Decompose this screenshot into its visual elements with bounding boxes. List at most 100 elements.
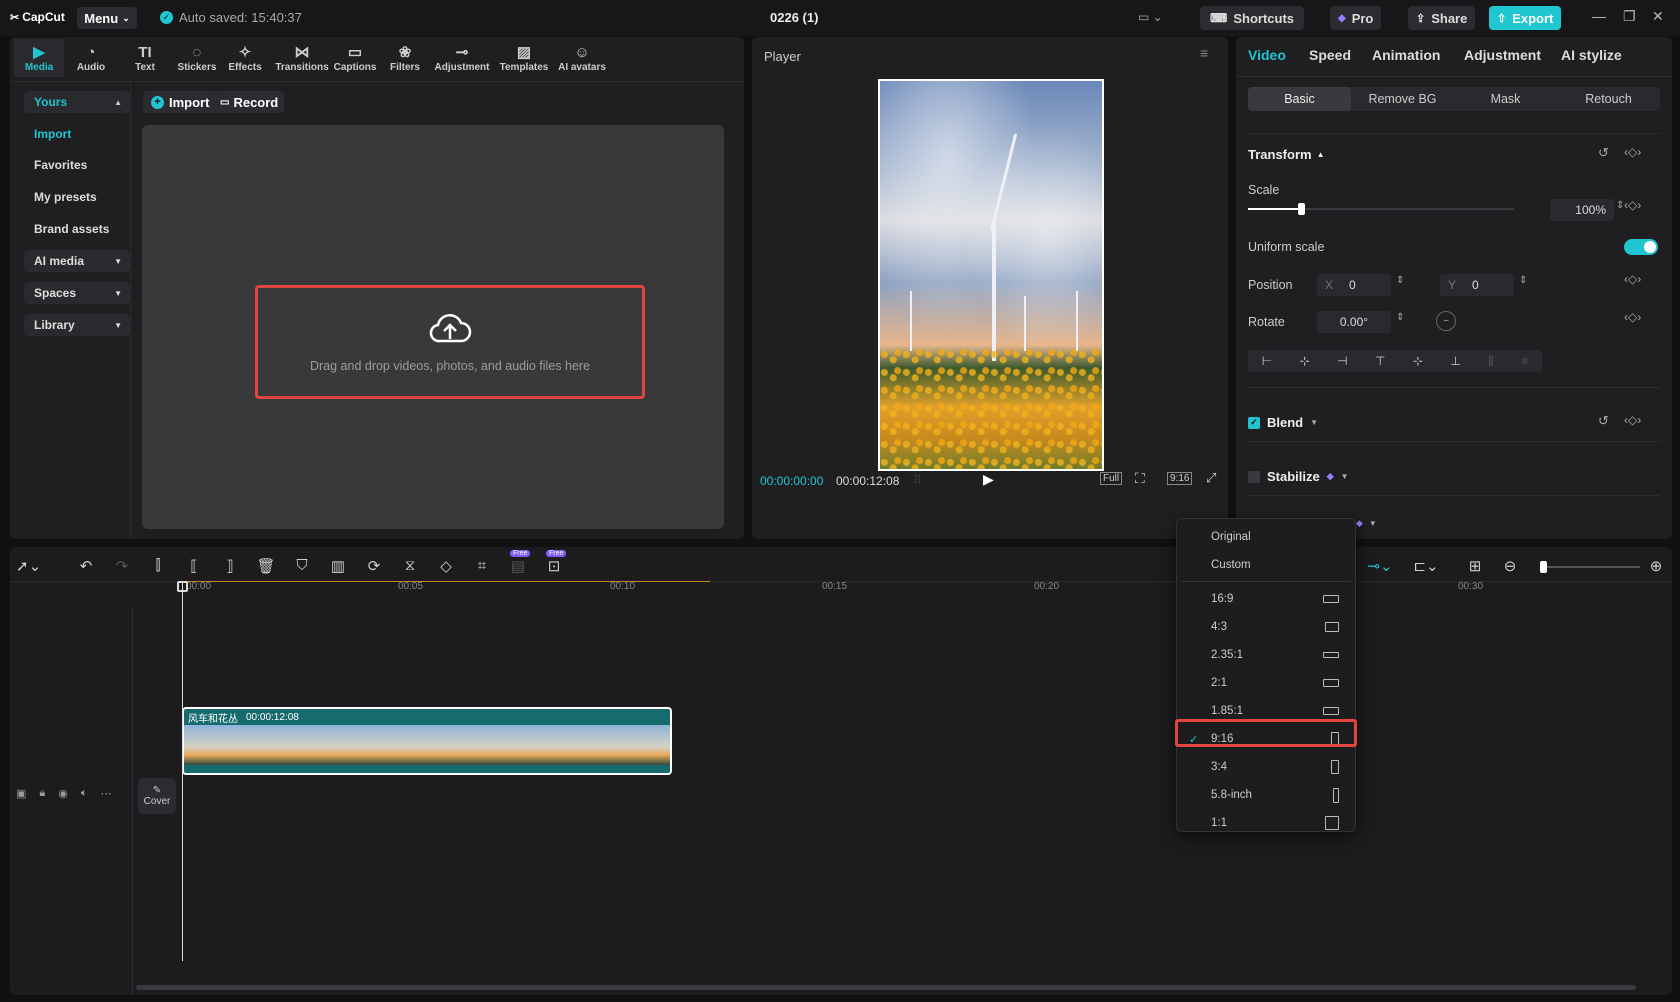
eye-icon[interactable]: ◉ [58, 787, 68, 800]
tab-ai-stylize[interactable]: AI stylize [1561, 47, 1622, 63]
zoom-slider[interactable] [1540, 561, 1640, 573]
tab-media[interactable]: ▶ Media [14, 39, 64, 77]
redo-icon[interactable]: ↷ [112, 557, 132, 575]
ratio-option[interactable]: Original [1177, 523, 1355, 551]
reset-icon[interactable]: ↺ [1598, 145, 1609, 161]
ratio-option[interactable]: 3:4 [1177, 753, 1355, 781]
ratio-option[interactable]: 5.8-inch [1177, 781, 1355, 809]
tab-effects[interactable]: ✧ Effects [220, 39, 270, 77]
video-clip[interactable]: 风车和花丛 00:00:12:08 [182, 707, 672, 775]
rotate-input[interactable]: 0.00° [1317, 311, 1391, 333]
stepper-icon[interactable]: ⇕ [1396, 312, 1404, 323]
stepper-icon[interactable]: ⇕ [1396, 275, 1404, 286]
tab-speed[interactable]: Speed [1309, 47, 1351, 63]
uniform-scale-toggle[interactable] [1624, 239, 1658, 255]
tab-adjustment[interactable]: Adjustment [1464, 47, 1541, 63]
stabilize-checkbox[interactable] [1248, 470, 1260, 483]
more-icon[interactable]: ⋯ [100, 787, 111, 800]
keyframe-icon[interactable]: ‹◇› [1624, 413, 1641, 427]
minimize-icon[interactable]: — [1592, 8, 1606, 24]
crop-icon[interactable]: ⌗ [472, 557, 492, 574]
select-tool-icon[interactable]: ➚⌄ [16, 557, 41, 575]
cover-button[interactable]: ✎ Cover [138, 778, 176, 814]
ratio-option[interactable]: Custom [1177, 551, 1355, 579]
scale-slider-handle[interactable] [1298, 203, 1306, 215]
transform-header[interactable]: Transform ▲ [1248, 147, 1325, 162]
record-button[interactable]: ▭ Record [214, 91, 285, 113]
stepper-icon[interactable]: ⇕ [1519, 275, 1527, 286]
tab-filters[interactable]: ❀ Filters [380, 39, 430, 77]
import-button[interactable]: + Import [143, 91, 218, 113]
subtab-mask[interactable]: Mask [1454, 87, 1557, 111]
tab-text[interactable]: TI Text [120, 39, 170, 77]
tab-audio[interactable]: ◔ Audio [66, 39, 116, 77]
video-preview[interactable] [878, 79, 1104, 471]
playhead[interactable] [182, 583, 183, 961]
tab-video[interactable]: Video [1248, 47, 1286, 63]
keyframe-icon[interactable]: ‹◇› [1624, 145, 1641, 159]
pro-button[interactable]: ◆ Pro [1330, 6, 1382, 30]
layout-icon[interactable]: ▭ ⌄ [1138, 10, 1163, 24]
position-y-input[interactable]: Y 0 [1440, 274, 1514, 296]
timeline-scrollbar[interactable] [136, 985, 1636, 990]
share-button[interactable]: ⇪ Share [1408, 6, 1476, 30]
sidebar-item-library[interactable]: Library ▼ [24, 314, 130, 336]
subtab-retouch[interactable]: Retouch [1557, 87, 1660, 111]
tab-stickers[interactable]: ◌ Stickers [172, 39, 222, 77]
full-quality-button[interactable]: Full [1100, 472, 1123, 485]
align-center-h-icon[interactable]: ⊹ [1300, 354, 1310, 368]
close-icon[interactable]: ✕ [1652, 8, 1664, 25]
sidebar-item-yours[interactable]: Yours ▲ [24, 91, 130, 113]
blend-header[interactable]: ✓ Blend ▼ [1248, 415, 1318, 430]
shortcuts-button[interactable]: ⌨ Shortcuts [1200, 6, 1304, 30]
reset-icon[interactable]: ↺ [1598, 413, 1609, 429]
ai-extend-icon[interactable]: ⊡ Free [544, 550, 567, 575]
zoom-fit-icon[interactable]: ⛶ [1135, 470, 1145, 487]
preview-icon[interactable]: ⊞ [1465, 557, 1485, 575]
ratio-button[interactable]: 9:16 [1167, 472, 1193, 485]
sidebar-item-my-presets[interactable]: My presets [24, 186, 130, 208]
sidebar-item-brand-assets[interactable]: Brand assets [24, 218, 130, 240]
grid-icon[interactable]: ⁞⁞ [914, 472, 921, 486]
distribute-h-icon[interactable]: ⫼ [1488, 354, 1494, 369]
sidebar-item-favorites[interactable]: Favorites [24, 154, 130, 176]
drop-zone-highlight[interactable]: Drag and drop videos, photos, and audio … [255, 285, 645, 399]
scale-input[interactable]: 100% [1550, 199, 1614, 221]
tab-captions[interactable]: ▭ Captions [330, 39, 380, 77]
ratio-option[interactable]: 4:3 [1177, 613, 1355, 641]
fullscreen-icon[interactable]: ⤢ [1206, 470, 1216, 486]
menu-button[interactable]: Menu ⌄ [77, 7, 137, 29]
blend-checkbox[interactable]: ✓ [1248, 416, 1260, 429]
split-right-icon[interactable]: ⟧ [220, 557, 240, 575]
tab-templates[interactable]: ▨ Templates [494, 39, 554, 77]
split-icon[interactable]: ⫿ [148, 557, 168, 574]
ratio-option[interactable]: 16:9 [1177, 585, 1355, 613]
zoom-out-icon[interactable]: ⊖ [1500, 557, 1520, 575]
align-bottom-icon[interactable]: ⊥ [1450, 354, 1460, 368]
align-center-v-icon[interactable]: ⊹ [1413, 354, 1423, 368]
marker-icon[interactable]: ⛉ [292, 557, 312, 574]
keyframe-icon[interactable]: ‹◇› [1624, 310, 1641, 324]
restore-icon[interactable]: ❐ [1623, 8, 1636, 25]
undo-icon[interactable]: ↶ [76, 557, 96, 575]
stabilize-header[interactable]: Stabilize ◆ ▼ [1248, 469, 1349, 484]
scale-slider[interactable] [1248, 203, 1514, 215]
keyframe-icon[interactable]: ‹◇› [1624, 198, 1641, 212]
ratio-option[interactable]: 2:1 [1177, 669, 1355, 697]
distribute-v-icon[interactable]: ≡ [1521, 354, 1528, 368]
freeze-icon[interactable]: ▥ [328, 557, 348, 575]
zoom-in-icon[interactable]: ⊕ [1646, 557, 1666, 575]
rotate-icon[interactable]: ◇ [436, 557, 456, 575]
ratio-option[interactable]: 2.35:1 [1177, 641, 1355, 669]
link-toggle-icon[interactable]: ⊸⌄ [1360, 557, 1400, 575]
tab-ai-avatars[interactable]: ☺ AI avatars [552, 39, 612, 77]
keyframe-icon[interactable]: ‹◇› [1624, 272, 1641, 286]
mirror-icon[interactable]: ⧖ [400, 557, 420, 574]
export-button[interactable]: ⇧ Export [1489, 6, 1562, 30]
ai-tool-icon[interactable]: ▤ Free [508, 550, 531, 575]
align-left-icon[interactable]: ⊢ [1262, 354, 1272, 368]
reverse-icon[interactable]: ⟳ [364, 557, 384, 575]
ratio-option[interactable]: 1:1 [1177, 809, 1355, 837]
position-x-input[interactable]: X 0 [1317, 274, 1391, 296]
playhead-handle[interactable] [177, 581, 188, 592]
